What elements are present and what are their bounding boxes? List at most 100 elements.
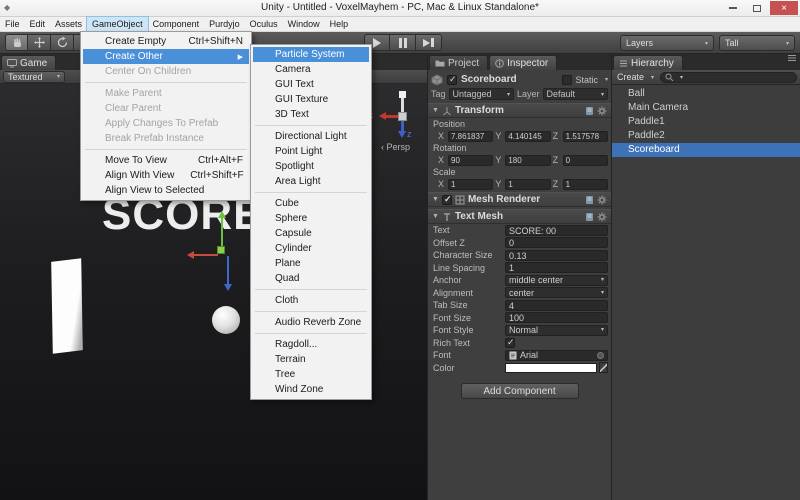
rich-text-checkbox[interactable] bbox=[505, 338, 515, 348]
hierarchy-item-paddle1[interactable]: Paddle1 bbox=[612, 115, 800, 129]
font-object-field[interactable]: Arial bbox=[505, 350, 608, 361]
color-swatch[interactable] bbox=[505, 363, 597, 373]
menu-item-align-with-view[interactable]: Align With ViewCtrl+Shift+F bbox=[83, 168, 249, 183]
object-picker-icon[interactable] bbox=[597, 352, 604, 359]
help-book-icon[interactable] bbox=[585, 195, 594, 205]
mesh-renderer-enabled-checkbox[interactable] bbox=[442, 195, 452, 205]
scale-y-field[interactable]: 1 bbox=[505, 179, 550, 190]
menu-oculus[interactable]: Oculus bbox=[245, 17, 283, 31]
text-field[interactable]: SCORE: 00 bbox=[505, 225, 608, 236]
menu-item-create-other[interactable]: Create Other bbox=[83, 49, 249, 64]
submenu-item-ragdoll[interactable]: Ragdoll... bbox=[253, 337, 369, 352]
move-gizmo-z-axis[interactable] bbox=[224, 284, 232, 291]
submenu-item-cloth[interactable]: Cloth bbox=[253, 293, 369, 308]
scale-x-field[interactable]: 1 bbox=[448, 179, 493, 190]
rotate-tool-button[interactable] bbox=[51, 34, 74, 51]
rotation-z-field[interactable]: 0 bbox=[563, 155, 608, 166]
text-mesh-component-header[interactable]: Text Mesh bbox=[428, 209, 611, 224]
alignment-dropdown[interactable]: center bbox=[505, 287, 608, 298]
font-size-field[interactable]: 100 bbox=[505, 312, 608, 323]
minimize-button[interactable] bbox=[722, 1, 744, 15]
position-y-field[interactable]: 4.140145 bbox=[505, 131, 550, 142]
tab-size-field[interactable]: 4 bbox=[505, 300, 608, 311]
menu-component[interactable]: Component bbox=[148, 17, 205, 31]
submenu-item-particle-system[interactable]: Particle System bbox=[253, 47, 369, 62]
submenu-item-3d-text[interactable]: 3D Text bbox=[253, 107, 369, 122]
menu-assets[interactable]: Assets bbox=[50, 17, 87, 31]
hand-tool-button[interactable] bbox=[5, 34, 28, 51]
submenu-item-quad[interactable]: Quad bbox=[253, 271, 369, 286]
rotation-x-field[interactable]: 90 bbox=[448, 155, 493, 166]
transform-component-header[interactable]: Transform bbox=[428, 103, 611, 118]
move-gizmo-y-axis[interactable] bbox=[218, 211, 226, 218]
menu-gameobject[interactable]: GameObject bbox=[87, 17, 148, 31]
menu-file[interactable]: File bbox=[0, 17, 25, 31]
view-gizmo-y-cone[interactable] bbox=[399, 91, 406, 98]
position-x-field[interactable]: 7.861837 bbox=[448, 131, 493, 142]
submenu-item-point-light[interactable]: Point Light bbox=[253, 144, 369, 159]
hierarchy-item-main-camera[interactable]: Main Camera bbox=[612, 101, 800, 115]
panel-menu-icon[interactable] bbox=[787, 49, 797, 67]
move-gizmo-center[interactable] bbox=[217, 246, 225, 254]
chevron-down-icon[interactable] bbox=[605, 76, 608, 83]
layer-dropdown[interactable]: Default bbox=[543, 88, 608, 100]
submenu-item-area-light[interactable]: Area Light bbox=[253, 174, 369, 189]
hierarchy-item-paddle2[interactable]: Paddle2 bbox=[612, 129, 800, 143]
submenu-item-camera[interactable]: Camera bbox=[253, 62, 369, 77]
submenu-item-gui-texture[interactable]: GUI Texture bbox=[253, 92, 369, 107]
foldout-icon[interactable] bbox=[432, 107, 439, 114]
submenu-item-plane[interactable]: Plane bbox=[253, 256, 369, 271]
position-z-field[interactable]: 1.517578 bbox=[563, 131, 608, 142]
help-book-icon[interactable] bbox=[585, 106, 594, 116]
color-picker-icon[interactable] bbox=[599, 362, 608, 373]
active-checkbox[interactable] bbox=[447, 75, 457, 85]
scale-z-field[interactable]: 1 bbox=[563, 179, 608, 190]
submenu-item-wind-zone[interactable]: Wind Zone bbox=[253, 382, 369, 397]
gear-icon[interactable] bbox=[597, 212, 607, 222]
menu-window[interactable]: Window bbox=[283, 17, 325, 31]
tab-game[interactable]: Game bbox=[1, 55, 56, 70]
move-gizmo-x-axis[interactable] bbox=[187, 251, 194, 259]
perspective-label[interactable]: Persp bbox=[381, 142, 410, 152]
tag-dropdown[interactable]: Untagged bbox=[449, 88, 514, 100]
submenu-item-capsule[interactable]: Capsule bbox=[253, 226, 369, 241]
menu-edit[interactable]: Edit bbox=[25, 17, 51, 31]
foldout-icon[interactable] bbox=[432, 213, 439, 220]
font-style-dropdown[interactable]: Normal bbox=[505, 325, 608, 336]
menu-help[interactable]: Help bbox=[325, 17, 354, 31]
view-gizmo-x-cone[interactable] bbox=[379, 112, 386, 120]
pause-button[interactable] bbox=[390, 34, 416, 51]
static-checkbox[interactable] bbox=[562, 75, 572, 85]
layers-dropdown[interactable]: Layers bbox=[620, 35, 714, 51]
menu-purdyjo[interactable]: Purdyjo bbox=[204, 17, 245, 31]
menu-item-create-empty[interactable]: Create EmptyCtrl+Shift+N bbox=[83, 34, 249, 49]
move-tool-button[interactable] bbox=[28, 34, 51, 51]
gear-icon[interactable] bbox=[597, 106, 607, 116]
view-gizmo-z-cone[interactable] bbox=[398, 131, 406, 138]
hierarchy-item-ball[interactable]: Ball bbox=[612, 87, 800, 101]
submenu-item-spotlight[interactable]: Spotlight bbox=[253, 159, 369, 174]
tab-project[interactable]: Project bbox=[429, 55, 488, 70]
submenu-item-cube[interactable]: Cube bbox=[253, 196, 369, 211]
submenu-item-sphere[interactable]: Sphere bbox=[253, 211, 369, 226]
submenu-item-audio-reverb-zone[interactable]: Audio Reverb Zone bbox=[253, 315, 369, 330]
layout-dropdown[interactable]: Tall bbox=[719, 35, 795, 51]
mesh-renderer-component-header[interactable]: Mesh Renderer bbox=[428, 192, 611, 207]
tab-hierarchy[interactable]: Hierarchy bbox=[613, 55, 683, 70]
add-component-button[interactable]: Add Component bbox=[461, 383, 579, 399]
submenu-item-tree[interactable]: Tree bbox=[253, 367, 369, 382]
submenu-item-gui-text[interactable]: GUI Text bbox=[253, 77, 369, 92]
search-filter-chevron-icon[interactable] bbox=[680, 74, 683, 81]
submenu-item-terrain[interactable]: Terrain bbox=[253, 352, 369, 367]
offset-z-field[interactable]: 0 bbox=[505, 237, 608, 248]
maximize-button[interactable] bbox=[746, 1, 768, 15]
gameobject-name[interactable]: Scoreboard bbox=[461, 74, 558, 85]
hierarchy-item-scoreboard[interactable]: Scoreboard bbox=[612, 143, 800, 157]
foldout-icon[interactable] bbox=[432, 196, 439, 203]
anchor-dropdown[interactable]: middle center bbox=[505, 275, 608, 286]
create-button[interactable]: Create bbox=[615, 71, 656, 83]
menu-item-align-view-to-selected[interactable]: Align View to Selected bbox=[83, 183, 249, 198]
menu-item-move-to-view[interactable]: Move To ViewCtrl+Alt+F bbox=[83, 153, 249, 168]
line-spacing-field[interactable]: 1 bbox=[505, 262, 608, 273]
tab-inspector[interactable]: Inspector bbox=[489, 55, 557, 70]
